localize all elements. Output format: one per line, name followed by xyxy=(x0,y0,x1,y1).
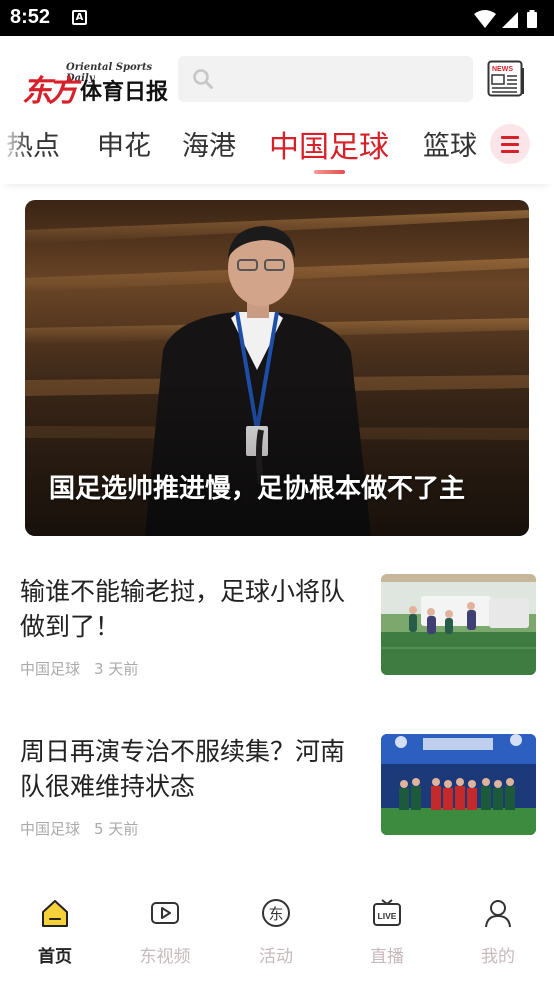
news-list-item[interactable]: 输谁不能输老挝，足球小将队做到了！ 中国足球 3 天前 xyxy=(0,574,554,714)
svg-text:LIVE: LIVE xyxy=(378,911,397,921)
home-icon xyxy=(42,900,68,927)
category-tabs: 热点 申花 海港 中国足球 篮球 xyxy=(0,120,554,184)
active-tab-indicator xyxy=(314,170,345,174)
article-title: 周日再演专治不服续集？河南队很难维持状态 xyxy=(20,737,346,801)
app-header: Oriental Sports Daily 东方 体育日报 NEWS xyxy=(0,36,554,120)
nav-live[interactable]: LIVE 直播 xyxy=(332,898,442,968)
video-icon xyxy=(151,902,179,924)
nav-video[interactable]: 东视频 xyxy=(110,898,220,968)
svg-text:东: 东 xyxy=(268,905,283,923)
logo-black-text: 体育日报 xyxy=(80,79,169,105)
nav-label: 首页 xyxy=(38,947,72,967)
hero-title: 国足选帅推进慢，足协根本做不了主 xyxy=(49,474,466,504)
battery-icon xyxy=(527,12,537,28)
hero-article[interactable]: 国足选帅推进慢，足协根本做不了主 xyxy=(25,200,529,536)
news-list-item[interactable]: 周日再演专治不服续集？河南队很难维持状态 中国足球 5 天前 xyxy=(0,734,554,874)
wifi-icon xyxy=(474,10,496,28)
nav-home[interactable]: 首页 xyxy=(0,898,110,968)
tab-haigang[interactable]: 海港 xyxy=(182,124,236,163)
news-icon[interactable]: NEWS xyxy=(487,60,525,98)
article-category: 中国足球 xyxy=(20,820,81,838)
category-menu-button[interactable] xyxy=(490,124,530,164)
notification-icon: A xyxy=(72,10,87,25)
status-time: 8:52 xyxy=(10,6,51,28)
nav-activity[interactable]: 东 活动 xyxy=(221,898,331,968)
nav-label: 东视频 xyxy=(139,947,191,967)
search-icon xyxy=(193,69,213,89)
bottom-nav: 首页 东视频 东 活动 LIVE 直播 我的 xyxy=(0,884,554,984)
tab-basketball[interactable]: 篮球 xyxy=(423,124,477,163)
nav-label: 我的 xyxy=(481,947,515,967)
tab-chinese-football[interactable]: 中国足球 xyxy=(269,122,389,166)
tabs-left-fade xyxy=(0,120,30,184)
nav-label: 活动 xyxy=(259,947,293,967)
nav-profile[interactable]: 我的 xyxy=(443,898,553,968)
hero-shade xyxy=(25,380,529,536)
signal-icon xyxy=(502,12,518,28)
article-time: 3 天前 xyxy=(94,660,139,678)
article-meta: 中国足球 5 天前 xyxy=(20,818,138,839)
nav-label: 直播 xyxy=(370,947,404,967)
profile-icon xyxy=(485,900,511,928)
search-bar[interactable] xyxy=(178,56,473,102)
article-title: 输谁不能输老挝，足球小将队做到了！ xyxy=(20,577,346,641)
news-badge: NEWS xyxy=(492,66,513,73)
article-thumbnail xyxy=(381,734,536,835)
article-time: 5 天前 xyxy=(94,820,139,838)
app-logo[interactable]: Oriental Sports Daily 东方 体育日报 xyxy=(22,54,172,109)
article-meta: 中国足球 3 天前 xyxy=(20,658,138,679)
search-input[interactable] xyxy=(224,56,464,102)
system-status-icons xyxy=(474,10,537,28)
status-bar: 8:52 A xyxy=(0,0,554,36)
article-category: 中国足球 xyxy=(20,660,81,678)
tab-shenhua[interactable]: 申花 xyxy=(97,124,151,163)
live-icon: LIVE xyxy=(373,899,401,926)
logo-red-text: 东方 xyxy=(22,74,78,109)
activity-icon: 东 xyxy=(262,899,290,927)
article-thumbnail xyxy=(381,574,536,675)
